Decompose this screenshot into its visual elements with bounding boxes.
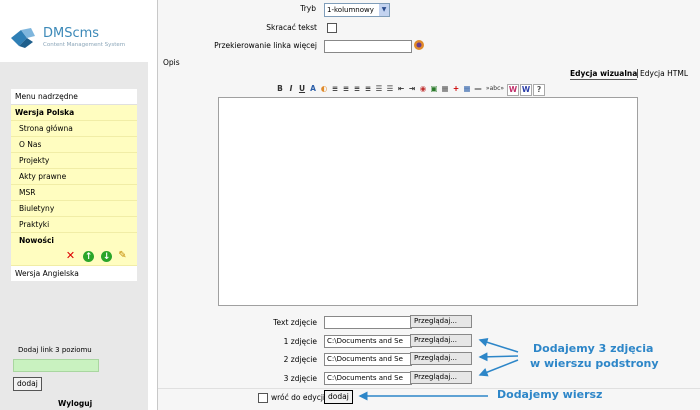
photos-annotation-line2: w wierszu podstrony (530, 357, 659, 370)
row-annotation: Dodajemy wiersz (497, 388, 603, 401)
photos-annotation-line1: Dodajemy 3 zdjęcia (533, 342, 654, 355)
